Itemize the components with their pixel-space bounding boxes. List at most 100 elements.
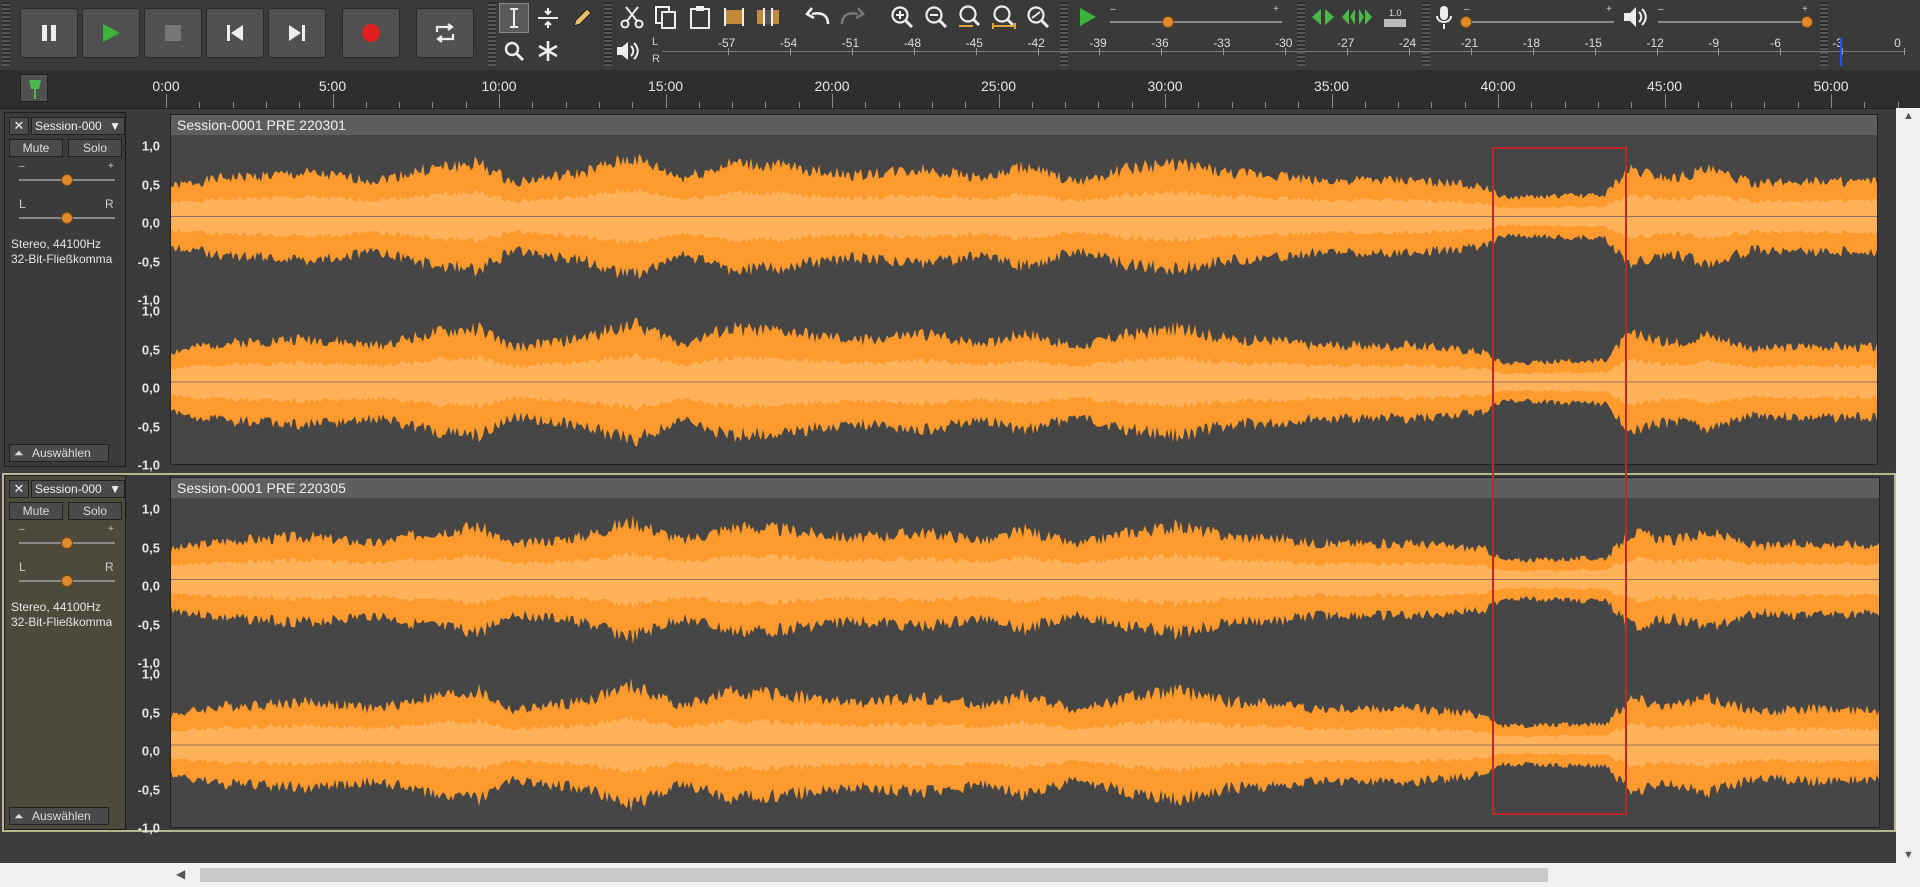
undo-button[interactable] [803,2,833,32]
scroll-left-icon[interactable]: ◀ [176,867,185,881]
ruler-tick [698,102,700,108]
zoom-in-icon [891,6,914,29]
play-icon [103,24,120,42]
rec-volume-plus-label: + [1606,4,1612,15]
meter-tick [1223,48,1225,55]
play-volume-plus-label: + [1802,4,1808,15]
clip-title[interactable]: Session-0001 PRE 220305 [171,478,1879,498]
horizontal-scroll-thumb[interactable] [200,868,1548,882]
record-button[interactable] [342,8,400,58]
audio-clip[interactable]: Session-0001 PRE 220301 [170,114,1878,465]
ruler-time-label: 40:00 [1480,78,1516,94]
gain-knob[interactable] [61,174,73,186]
microphone-button[interactable] [1429,2,1459,32]
solo-button[interactable]: Solo [68,502,122,520]
zoom-out-icon [925,6,948,29]
loop-icon [435,23,455,43]
trim-button[interactable] [719,2,749,32]
toolbar-grip[interactable] [488,2,496,66]
playback-meter[interactable]: -57 -54 -51 -48 -45 -42 -39 -36 -33 -30 -27 -24 -21 -… [662,36,1906,66]
recording-volume-knob[interactable] [1460,16,1472,28]
zoom-tool[interactable] [499,36,529,66]
recording-volume-slider[interactable] [1464,21,1614,23]
playback-volume-slider[interactable] [1658,21,1808,23]
audio-track-1[interactable]: ✕ Session-000 ▼ Mute Solo – + L R Stereo,… [4,112,1894,473]
play-button[interactable] [82,8,140,58]
draw-tool[interactable] [567,3,597,33]
horizontal-scrollbar[interactable]: ◀ [0,863,1920,887]
zoom-in-button[interactable] [887,2,917,32]
pan-knob[interactable] [61,212,73,224]
audio-clip[interactable]: Session-0001 PRE 220305 [170,477,1880,828]
skip-to-end-button[interactable] [268,8,326,58]
ruler-tick [565,102,567,108]
channel-right[interactable] [171,663,1879,827]
envelope-tool[interactable] [533,3,563,33]
amplitude-label: 0,0 [141,578,160,594]
close-track-button[interactable]: ✕ [9,117,29,135]
waveform [171,514,1879,645]
fit-project-button[interactable] [989,2,1019,32]
playback-meter-button[interactable] [612,36,642,66]
gain-knob[interactable] [61,537,73,549]
select-track-button[interactable]: ⏶ Auswählen [9,444,109,462]
ruler-tick [798,102,800,108]
scroll-up-icon[interactable]: ▲ [1903,110,1914,122]
mute-button[interactable]: Mute [9,139,63,157]
ruler-time-label: 10:00 [481,78,517,94]
track-name-menu[interactable]: Session-000 ▼ [31,117,125,135]
vertical-scrollbar[interactable]: ▲ ▼ [1896,108,1920,863]
ruler-tick [1031,102,1033,108]
pan-knob[interactable] [61,575,73,587]
select-track-button[interactable]: ⏶ Auswählen [9,807,109,825]
playback-speed-knob[interactable] [1162,16,1174,28]
paste-button[interactable] [685,2,715,32]
zoom-fit-icon [992,5,1016,29]
audio-track-2[interactable]: ✕ Session-000 ▼ Mute Solo – + L R Stereo,… [2,473,1896,836]
fit-selection-button[interactable] [955,2,985,32]
track-format-depth: 32-Bit-Fließkomma [11,615,113,629]
amplitude-label: 0,5 [141,342,160,357]
toolbar-grip[interactable] [604,2,612,66]
snap-clip-start-button[interactable] [1308,2,1338,32]
cut-button[interactable] [617,2,647,32]
ruler-tick [1831,94,1832,108]
timeline-ruler[interactable]: 0:00 5:00 10:00 15:00 20:00 25:00 30:00 35:00 40… [0,70,1920,109]
mute-button[interactable]: Mute [9,502,63,520]
channel-left[interactable] [171,498,1879,661]
pin-playhead-button[interactable] [20,74,48,102]
meter-tick-label: -54 [779,36,798,50]
channel-left[interactable] [171,135,1877,298]
copy-button[interactable] [651,2,681,32]
scroll-down-icon[interactable]: ▼ [1903,849,1914,861]
selection-tool[interactable] [499,3,529,33]
meter-tick [1718,48,1720,55]
multi-tool[interactable] [533,36,563,66]
zoom-out-button[interactable] [921,2,951,32]
sync-lock-button[interactable]: 1.0 [1380,2,1410,32]
speaker-button[interactable] [1620,2,1650,32]
track-name-menu[interactable]: Session-000 ▼ [31,480,125,498]
solo-button[interactable]: Solo [68,139,122,157]
pause-button[interactable] [20,8,78,58]
playback-speed-slider[interactable] [1110,21,1282,23]
skip-to-start-button[interactable] [206,8,264,58]
copy-icon [655,6,676,29]
silence-button[interactable] [753,2,783,32]
close-track-button[interactable]: ✕ [9,480,29,498]
zoom-toggle-button[interactable] [1023,2,1053,32]
asterisk-icon [538,41,558,61]
pin-icon [29,80,41,99]
channel-right[interactable] [171,300,1877,464]
clip-title[interactable]: Session-0001 PRE 220301 [171,115,1877,135]
stop-button[interactable] [144,8,202,58]
redo-button[interactable] [837,2,867,32]
play-at-speed-button[interactable] [1072,2,1102,32]
snap-clips-button[interactable] [1342,2,1372,32]
ruler-tick [1398,102,1400,108]
loop-button[interactable] [416,8,474,58]
ruler-time-label: 50:00 [1813,78,1849,94]
playback-volume-knob[interactable] [1801,16,1813,28]
toolbar-grip[interactable] [2,2,10,66]
amplitude-label: 0,0 [141,215,160,231]
